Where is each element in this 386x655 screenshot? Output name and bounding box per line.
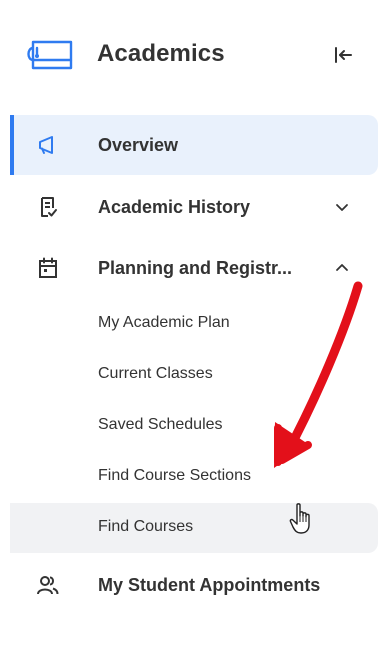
subnav-item-label: Saved Schedules xyxy=(98,416,223,433)
chevron-up-icon[interactable] xyxy=(332,258,352,278)
nav-item-planning-and-registration[interactable]: Planning and Registr... xyxy=(10,238,378,298)
app-title: Academics xyxy=(97,40,225,67)
graduation-cap-icon xyxy=(25,38,75,72)
megaphone-icon xyxy=(36,133,60,157)
calendar-icon xyxy=(36,256,60,280)
subnav-item-label: My Academic Plan xyxy=(98,314,230,331)
nav-item-my-student-appointments[interactable]: My Student Appointments xyxy=(10,555,378,615)
subnav-item-saved-schedules[interactable]: Saved Schedules xyxy=(10,401,378,451)
collapse-left-icon[interactable] xyxy=(330,42,356,68)
nav-item-label: Academic History xyxy=(98,197,251,217)
subnav-item-my-academic-plan[interactable]: My Academic Plan xyxy=(10,299,378,349)
subnav-item-find-course-sections[interactable]: Find Course Sections xyxy=(10,452,378,502)
document-check-icon xyxy=(36,195,60,219)
people-icon xyxy=(36,573,60,597)
subnav-item-label: Find Course Sections xyxy=(98,467,251,484)
nav-header: Academics xyxy=(0,22,386,84)
nav-item-label: My Student Appointments xyxy=(98,575,321,595)
subnav-item-label: Find Courses xyxy=(98,518,194,535)
nav-item-label: Planning and Registr... xyxy=(98,258,293,278)
side-navigation: Academics Overview Academic History Plan… xyxy=(0,0,386,655)
chevron-down-icon[interactable] xyxy=(332,197,352,217)
subnav-item-find-courses[interactable]: Find Courses xyxy=(10,503,378,553)
subnav-item-label: Current Classes xyxy=(98,365,213,382)
nav-item-academic-history[interactable]: Academic History xyxy=(10,177,378,237)
subnav-item-current-classes[interactable]: Current Classes xyxy=(10,350,378,400)
nav-item-label: Overview xyxy=(98,135,179,155)
nav-item-overview[interactable]: Overview xyxy=(10,115,378,175)
